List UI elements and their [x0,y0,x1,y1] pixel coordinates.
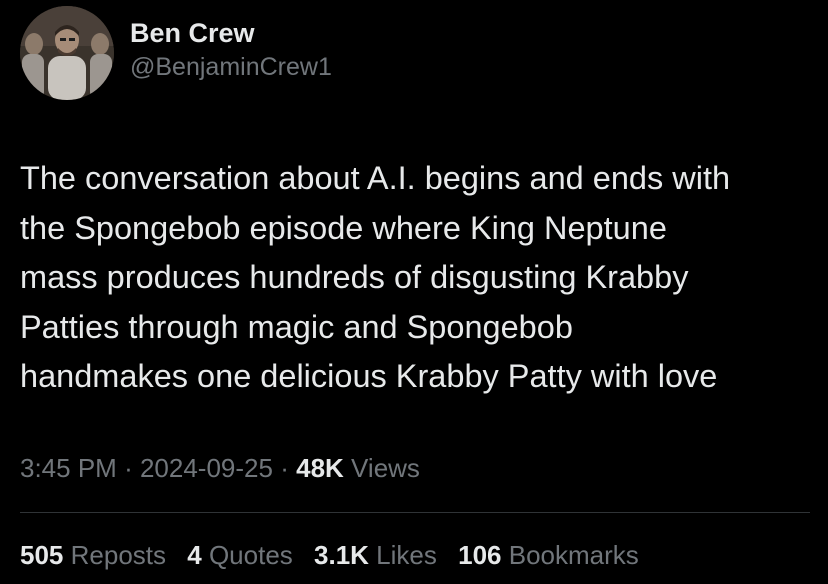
avatar[interactable] [20,6,114,100]
views-label: Views [351,453,420,483]
bookmarks-count: 106 [458,540,502,570]
bookmarks-label: Bookmarks [508,540,639,570]
tweet-meta: 3:45 PM · 2024-09-25 · 48K Views [20,448,420,488]
likes-stat[interactable]: 3.1K Likes [314,535,437,575]
likes-count: 3.1K [314,540,369,570]
tweet-date[interactable]: 2024-09-25 [140,453,273,483]
reposts-stat[interactable]: 505 Reposts [20,535,166,575]
author-info: Ben Crew @BenjaminCrew1 [130,16,332,84]
quotes-label: Quotes [208,540,293,570]
avatar-image [20,6,114,100]
likes-label: Likes [376,540,437,570]
reposts-count: 505 [20,540,64,570]
bookmarks-stat[interactable]: 106 Bookmarks [458,535,639,575]
divider [20,512,810,513]
author-display-name[interactable]: Ben Crew [130,16,332,50]
quotes-count: 4 [187,540,202,570]
tweet-text: The conversation about A.I. begins and e… [20,160,731,394]
views-count: 48K [296,453,344,483]
meta-separator: · [124,453,133,483]
quotes-stat[interactable]: 4 Quotes [187,535,293,575]
engagement-stats: 505 Reposts 4 Quotes 3.1K Likes 106 Book… [20,535,653,575]
tweet-detail: Ben Crew @BenjaminCrew1 The conversation… [0,0,828,584]
tweet-time[interactable]: 3:45 PM [20,453,117,483]
reposts-label: Reposts [70,540,167,570]
author-handle[interactable]: @BenjaminCrew1 [130,50,332,84]
meta-separator: · [280,453,289,483]
